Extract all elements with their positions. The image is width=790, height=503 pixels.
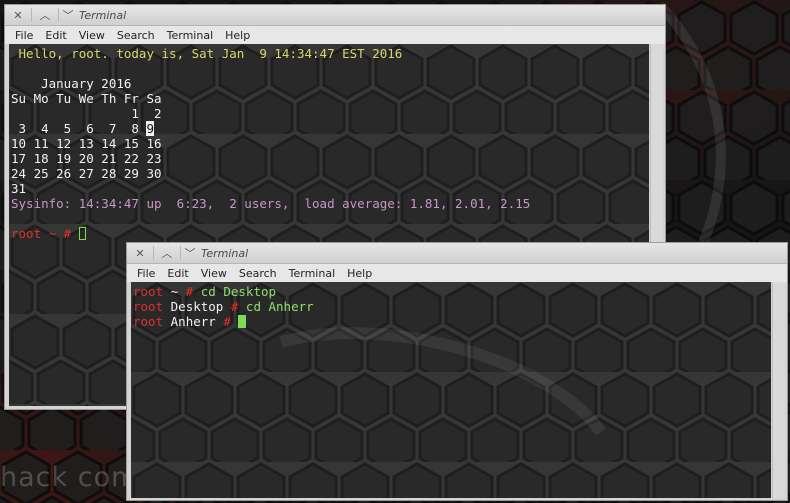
prompt-symbol: # [185, 284, 194, 299]
scrollbar[interactable] [772, 282, 785, 498]
menu-file[interactable]: File [131, 267, 161, 280]
menu-view[interactable]: View [73, 29, 111, 42]
command-text: cd Desktop [200, 284, 277, 299]
terminal-output: Hello, root. today is, Sat Jan 9 14:34:4… [9, 44, 649, 241]
menu-help[interactable]: Help [219, 29, 256, 42]
calendar-row: 10 11 12 13 14 15 16 [11, 136, 162, 151]
prompt-dir: ~ [48, 226, 57, 241]
calendar-row: 17 18 19 20 21 22 23 [11, 151, 162, 166]
prompt-user: root [133, 299, 164, 314]
menu-search[interactable]: Search [233, 267, 283, 280]
cursor [238, 315, 247, 328]
calendar-row: 24 25 26 27 28 29 30 [11, 166, 162, 181]
menubar: File Edit View Search Terminal Help [127, 264, 787, 282]
greeting-line: Hello, root. today is, Sat Jan 9 14:34:4… [11, 46, 403, 61]
chevron-up-icon[interactable]: ︿ [154, 243, 180, 263]
prompt-symbol: # [63, 226, 72, 241]
calendar-weekdays: Su Mo Tu We Th Fr Sa [11, 91, 162, 106]
calendar-row: 31 [11, 181, 27, 196]
prompt-user: root [11, 226, 42, 241]
titlebar[interactable]: ✕ ︿ ﹀ Terminal [5, 5, 665, 26]
menu-help[interactable]: Help [341, 267, 378, 280]
menu-terminal[interactable]: Terminal [161, 29, 220, 42]
close-icon[interactable]: ✕ [5, 5, 31, 25]
prompt-symbol: # [223, 314, 231, 329]
prompt-user: root [133, 284, 164, 299]
command-text: cd Anherr [245, 299, 314, 314]
cursor [78, 227, 86, 240]
terminal-window-2[interactable]: ✕ ︿ ﹀ Terminal File Edit View Search Ter… [126, 242, 788, 501]
menu-view[interactable]: View [195, 267, 233, 280]
chevron-down-icon[interactable]: ﹀ [59, 5, 77, 25]
calendar-row: 3 4 5 6 7 8 [11, 121, 147, 136]
window-title: Terminal [201, 246, 249, 260]
menu-file[interactable]: File [9, 29, 39, 42]
prompt-symbol: # [230, 299, 239, 314]
menu-terminal[interactable]: Terminal [283, 267, 342, 280]
calendar-row: 1 2 [11, 106, 162, 121]
prompt-user: root [133, 314, 164, 329]
close-icon[interactable]: ✕ [127, 243, 153, 263]
prompt-dir: Desktop [170, 299, 224, 314]
menu-edit[interactable]: Edit [161, 267, 194, 280]
menu-edit[interactable]: Edit [39, 29, 72, 42]
terminal-screen[interactable]: root ~ # cd Desktop root Desktop # cd An… [131, 282, 771, 498]
prompt-dir: ~ [170, 284, 179, 299]
sysinfo-line: Sysinfo: 14:34:47 up 6:23, 2 users, load… [11, 196, 531, 211]
titlebar[interactable]: ✕ ︿ ﹀ Terminal [127, 243, 787, 264]
terminal-output: root ~ # cd Desktop root Desktop # cd An… [131, 282, 771, 329]
menu-search[interactable]: Search [111, 29, 161, 42]
chevron-up-icon[interactable]: ︿ [32, 5, 58, 25]
window-title: Terminal [79, 8, 127, 22]
prompt-dir: Anherr [170, 314, 216, 329]
calendar-month: January 2016 [11, 76, 132, 91]
calendar-today: 9 [146, 121, 154, 136]
chevron-down-icon[interactable]: ﹀ [181, 243, 199, 263]
menubar: File Edit View Search Terminal Help [5, 26, 665, 44]
